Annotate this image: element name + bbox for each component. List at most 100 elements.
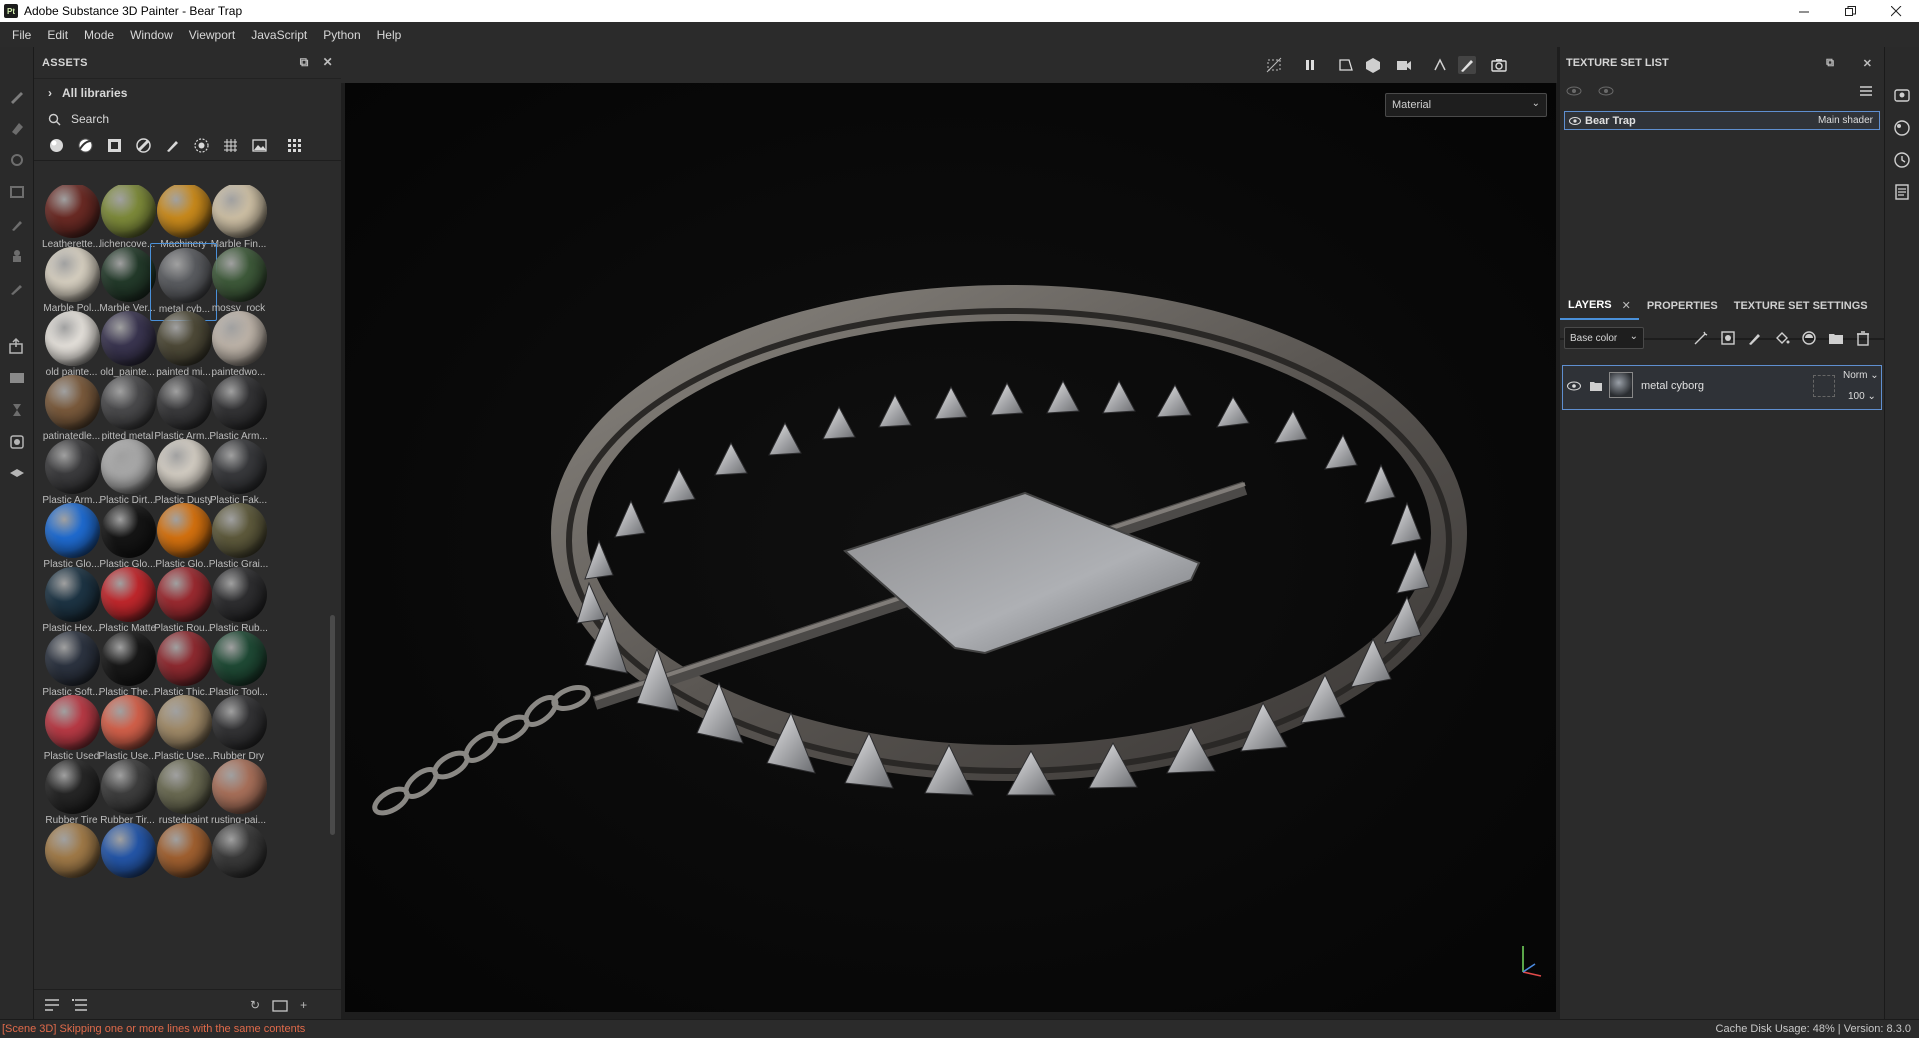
libraries-selector[interactable]: › All libraries xyxy=(34,79,341,107)
cube-view-icon[interactable] xyxy=(1364,56,1382,74)
filter-list-icon[interactable] xyxy=(72,998,88,1012)
asset-scrollbar[interactable] xyxy=(328,185,336,985)
restore-icon xyxy=(1844,5,1856,16)
menu-edit[interactable]: Edit xyxy=(39,28,76,42)
log-icon[interactable] xyxy=(1893,183,1911,201)
close-tab-icon[interactable]: ✕ xyxy=(1622,299,1631,312)
material-preview-sphere xyxy=(101,567,156,622)
view-mode-icon[interactable] xyxy=(1337,56,1355,74)
minimize-button[interactable] xyxy=(1781,0,1827,22)
materials-filter-icon[interactable] xyxy=(48,137,65,154)
scrollbar-thumb[interactable] xyxy=(330,615,335,835)
alphas-filter-icon[interactable] xyxy=(193,137,210,154)
tab-texture-set-settings[interactable]: TEXTURE SET SETTINGS xyxy=(1726,292,1876,320)
menu-mode[interactable]: Mode xyxy=(76,28,122,42)
layer-item[interactable]: metal cyborg Norm ⌄ 100 ⌄ xyxy=(1562,365,1882,410)
add-icon[interactable]: + xyxy=(300,998,307,1012)
float-panel-icon[interactable]: ⧉ xyxy=(1826,57,1834,70)
texture-set-list-header: TEXTURE SET LIST ⧉ ✕ xyxy=(1560,47,1884,79)
smudge-tool-icon[interactable] xyxy=(8,215,26,233)
layer-thumbnail[interactable] xyxy=(1609,372,1633,398)
delete-layer-icon[interactable] xyxy=(1855,330,1871,346)
hide-eye-icon[interactable] xyxy=(1566,84,1582,98)
display-settings-icon[interactable] xyxy=(8,465,26,483)
color-picker-tool-icon[interactable] xyxy=(8,279,26,297)
environments-filter-icon[interactable] xyxy=(251,137,268,154)
layer-visibility-eye-icon[interactable] xyxy=(1567,380,1581,392)
shader-name[interactable]: Main shader xyxy=(1818,115,1873,126)
close-panel-icon[interactable]: ✕ xyxy=(323,55,333,70)
clone-tool-icon[interactable] xyxy=(8,247,26,265)
camera-icon[interactable] xyxy=(1395,56,1413,74)
projection-tool-icon[interactable] xyxy=(8,151,26,169)
title-bar: Pt Adobe Substance 3D Painter - Bear Tra… xyxy=(0,0,1919,22)
list-view-icon[interactable] xyxy=(44,998,60,1012)
material-tile[interactable] xyxy=(205,819,272,897)
add-effect-icon[interactable] xyxy=(1693,330,1709,346)
shader-settings-icon[interactable] xyxy=(1893,119,1911,137)
menu-viewport[interactable]: Viewport xyxy=(181,28,243,42)
texture-set-item[interactable]: Bear Trap Main shader xyxy=(1564,111,1880,130)
tab-layers[interactable]: LAYERS ✕ xyxy=(1560,292,1639,320)
refresh-icon[interactable]: ↻ xyxy=(250,998,260,1012)
add-folder-icon[interactable] xyxy=(1828,330,1844,346)
eye-icon[interactable] xyxy=(1598,84,1614,98)
brushes-filter-icon[interactable] xyxy=(164,137,181,154)
material-preview-sphere xyxy=(212,695,267,750)
screenshot-icon[interactable] xyxy=(1490,56,1508,74)
textures-filter-icon[interactable] xyxy=(222,137,239,154)
maximize-button[interactable] xyxy=(1827,0,1873,22)
float-panel-icon[interactable]: ⧉ xyxy=(300,55,309,70)
polygon-fill-tool-icon[interactable] xyxy=(8,183,26,201)
texture-set-panel-icon[interactable] xyxy=(1893,87,1911,105)
viewport-toolbar xyxy=(341,47,1557,83)
menu-bar: File Edit Mode Window Viewport JavaScrip… xyxy=(0,22,1919,47)
list-settings-icon[interactable] xyxy=(1858,84,1874,98)
menu-help[interactable]: Help xyxy=(369,28,410,42)
material-preview-sphere xyxy=(101,759,156,814)
history-icon[interactable] xyxy=(1893,151,1911,169)
texture-set-name: Bear Trap xyxy=(1585,114,1636,127)
paint-mode-icon[interactable] xyxy=(1458,56,1476,74)
tab-properties[interactable]: PROPERTIES xyxy=(1639,292,1726,320)
material-preview-sphere xyxy=(45,311,100,366)
hide-layer-icon[interactable] xyxy=(1265,56,1283,74)
channel-dropdown[interactable]: Base color ⌄ xyxy=(1564,327,1644,349)
symmetry-icon[interactable] xyxy=(1431,56,1449,74)
menu-javascript[interactable]: JavaScript xyxy=(243,28,315,42)
visibility-eye-icon[interactable] xyxy=(1569,116,1581,126)
asset-search[interactable]: Search xyxy=(34,107,341,131)
add-fill-layer-icon[interactable] xyxy=(1774,330,1790,346)
layer-name[interactable]: metal cyborg xyxy=(1641,380,1704,392)
grid-view-icon[interactable] xyxy=(286,137,303,154)
masks-filter-icon[interactable] xyxy=(106,137,123,154)
search-input[interactable]: Search xyxy=(71,112,109,126)
layer-folder-icon xyxy=(1590,382,1602,391)
close-window-button[interactable] xyxy=(1873,0,1919,22)
paint-brush-tool-icon[interactable] xyxy=(8,87,26,105)
add-mask-icon[interactable] xyxy=(1720,330,1736,346)
material-preview-sphere xyxy=(212,759,267,814)
menu-file[interactable]: File xyxy=(4,28,39,42)
close-panel-icon[interactable]: ✕ xyxy=(1863,57,1872,70)
filters-filter-icon[interactable] xyxy=(135,137,152,154)
eraser-tool-icon[interactable] xyxy=(8,119,26,137)
hourglass-icon[interactable] xyxy=(8,401,26,419)
3d-viewport[interactable] xyxy=(345,83,1556,1012)
pause-icon[interactable] xyxy=(1301,56,1319,74)
material-preview-sphere xyxy=(101,823,156,878)
menu-window[interactable]: Window xyxy=(122,28,181,42)
display-mode-dropdown[interactable]: Material ⌄ xyxy=(1385,93,1547,117)
render-icon[interactable] xyxy=(8,433,26,451)
blend-mode-dropdown[interactable]: Norm ⌄ xyxy=(1843,370,1879,381)
export-icon[interactable] xyxy=(8,337,26,355)
opacity-field[interactable]: 100 ⌄ xyxy=(1848,391,1876,402)
smart-materials-filter-icon[interactable] xyxy=(77,137,94,154)
material-preview-sphere xyxy=(45,439,100,494)
menu-python[interactable]: Python xyxy=(315,28,368,42)
bake-icon[interactable] xyxy=(8,369,26,387)
folder-icon[interactable] xyxy=(272,998,288,1012)
layer-mask-slot[interactable] xyxy=(1813,375,1835,397)
add-smart-material-icon[interactable] xyxy=(1801,330,1817,346)
add-paint-layer-icon[interactable] xyxy=(1747,330,1763,346)
